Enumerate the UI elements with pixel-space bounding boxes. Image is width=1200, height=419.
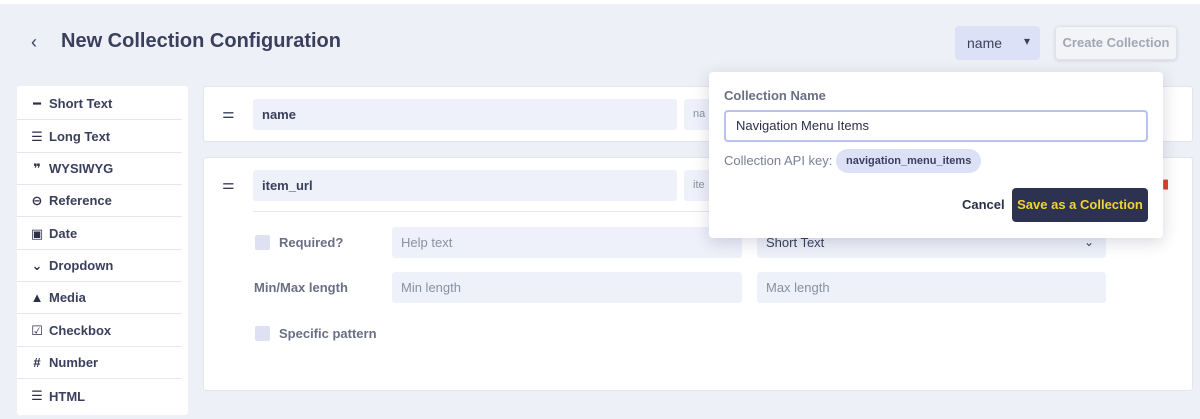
field-name-input[interactable]: item_url bbox=[253, 170, 677, 201]
field-type-sidebar: ━ Short Text ☰ Long Text ❞ WYSIWYG ⊖ Ref… bbox=[17, 86, 188, 415]
sidebar-item-label: HTML bbox=[49, 388, 86, 404]
min-length-input[interactable]: Min length bbox=[392, 272, 742, 303]
chevron-down-icon: ⌄ bbox=[31, 257, 43, 273]
sidebar-item-html[interactable]: ☰ HTML bbox=[17, 380, 182, 412]
sidebar-item-label: Long Text bbox=[49, 129, 111, 144]
sidebar-item-label: Reference bbox=[49, 193, 112, 208]
sidebar-item-short-text[interactable]: ━ Short Text bbox=[17, 88, 182, 120]
chevron-down-icon: ▾ bbox=[1023, 34, 1030, 48]
specific-pattern-label: Specific pattern bbox=[279, 326, 377, 341]
top-bar: ‹ New Collection Configuration name ▾ Cr… bbox=[0, 0, 1200, 78]
page-title: New Collection Configuration bbox=[61, 30, 341, 52]
sidebar-item-label: Checkbox bbox=[49, 323, 112, 338]
short-text-icon: ━ bbox=[33, 95, 41, 111]
sidebar-item-reference[interactable]: ⊖ Reference bbox=[17, 185, 182, 217]
delete-field-icon[interactable]: ▮ bbox=[1162, 176, 1169, 192]
popup-title: Collection Name bbox=[724, 88, 826, 103]
api-key-chip: navigation_menu_items bbox=[836, 149, 982, 173]
cancel-button[interactable]: Cancel bbox=[962, 197, 1005, 212]
sidebar-item-label: Short Text bbox=[49, 96, 113, 111]
sidebar-item-number[interactable]: # Number bbox=[17, 347, 182, 379]
sidebar-item-checkbox[interactable]: ☑ Checkbox bbox=[17, 315, 182, 347]
display-field-select[interactable]: name ▾ bbox=[955, 26, 1040, 60]
sidebar-item-label: Date bbox=[49, 226, 78, 241]
min-max-label: Min/Max length bbox=[254, 280, 348, 295]
sidebar-item-wysiwyg[interactable]: ❞ WYSIWYG bbox=[17, 153, 182, 185]
drag-handle-icon[interactable]: ⚌ bbox=[222, 105, 235, 122]
sidebar-item-label: Number bbox=[49, 355, 99, 370]
sidebar-item-date[interactable]: ▣ Date bbox=[17, 218, 182, 250]
checkbox-icon: ☑ bbox=[31, 322, 43, 338]
specific-pattern-checkbox[interactable] bbox=[255, 326, 270, 341]
collection-name-input[interactable]: Navigation Menu Items bbox=[724, 110, 1148, 142]
back-button[interactable]: ‹ bbox=[24, 32, 44, 52]
image-icon: ▲ bbox=[30, 290, 44, 305]
display-field-value: name bbox=[967, 35, 1003, 51]
required-checkbox[interactable] bbox=[255, 235, 270, 250]
quote-icon: ❞ bbox=[33, 160, 41, 176]
sidebar-item-dropdown[interactable]: ⌄ Dropdown bbox=[17, 250, 182, 282]
max-length-input[interactable]: Max length bbox=[757, 272, 1106, 303]
sidebar-item-long-text[interactable]: ☰ Long Text bbox=[17, 121, 182, 153]
long-text-icon: ☰ bbox=[31, 128, 43, 144]
api-key-label: Collection API key: bbox=[724, 153, 833, 168]
sidebar-item-label: WYSIWYG bbox=[49, 161, 114, 176]
link-icon: ⊖ bbox=[31, 192, 43, 208]
hash-icon: # bbox=[33, 355, 41, 370]
create-collection-button[interactable]: Create Collection bbox=[1055, 26, 1177, 60]
help-text-input[interactable]: Help text bbox=[392, 227, 742, 258]
save-collection-button[interactable]: Save as a Collection bbox=[1012, 188, 1148, 222]
sidebar-item-label: Media bbox=[49, 290, 86, 305]
collection-name-popup: Collection Name Navigation Menu Items Co… bbox=[709, 72, 1163, 238]
drag-handle-icon[interactable]: ⚌ bbox=[222, 176, 235, 193]
list-icon: ☰ bbox=[31, 388, 43, 403]
sidebar-item-media[interactable]: ▲ Media bbox=[17, 282, 182, 314]
required-label: Required? bbox=[279, 235, 344, 250]
sidebar-item-label: Dropdown bbox=[49, 258, 114, 273]
calendar-icon: ▣ bbox=[30, 225, 44, 241]
field-name-input[interactable]: name bbox=[253, 99, 677, 130]
